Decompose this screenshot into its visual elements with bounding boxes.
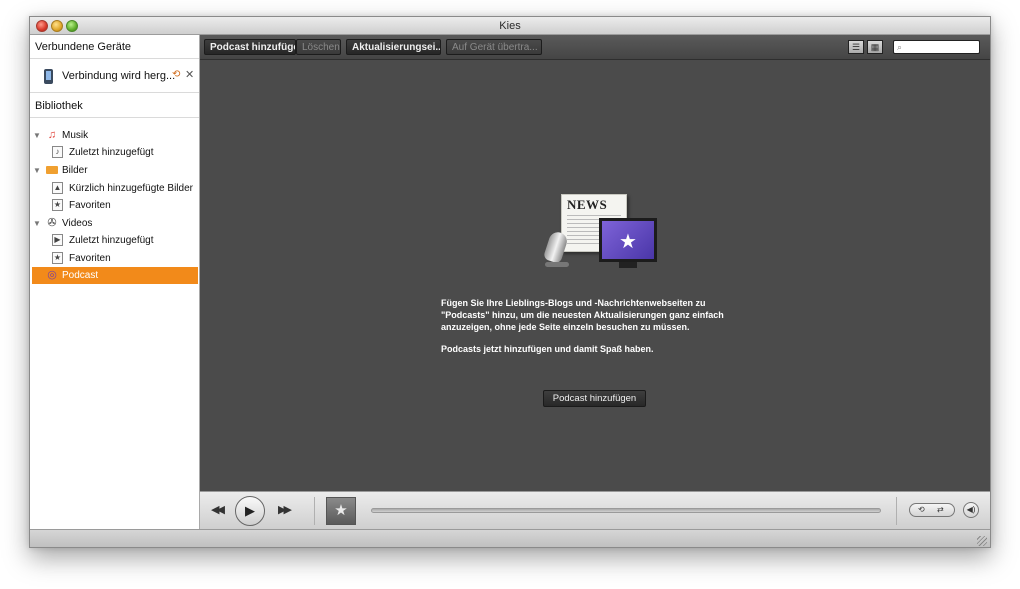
disclosure-triangle-icon[interactable]: ▼ bbox=[33, 162, 41, 179]
status-bar bbox=[30, 529, 990, 547]
tree-item-musik-recent[interactable]: ♪ Zuletzt hinzugefügt bbox=[30, 144, 198, 161]
search-icon: ⌕ bbox=[897, 42, 903, 52]
play-button[interactable]: ▶ bbox=[235, 496, 265, 526]
previous-track-icon[interactable]: ◀◀ bbox=[211, 503, 225, 516]
next-track-icon[interactable]: ▶▶ bbox=[278, 503, 292, 516]
tree-item-bilder[interactable]: ▼ Bilder bbox=[30, 162, 198, 179]
star-doc-icon: ★ bbox=[52, 252, 63, 264]
device-status-label: Verbindung wird herg... bbox=[62, 70, 176, 82]
search-field[interactable]: ⌕ bbox=[893, 40, 980, 54]
microphone-icon bbox=[542, 229, 570, 265]
tv-stand-icon bbox=[619, 262, 637, 268]
music-doc-icon: ♪ bbox=[52, 146, 63, 158]
description-text: Fügen Sie Ihre Lieblings-Blogs und -Nach… bbox=[441, 298, 724, 332]
podcast-artwork-icon: ★ bbox=[326, 497, 356, 525]
photo-folder-icon bbox=[46, 166, 58, 174]
tree-item-label: Favoriten bbox=[69, 253, 111, 264]
transfer-to-device-button[interactable]: Auf Gerät übertra... bbox=[446, 39, 542, 55]
resize-grip-icon[interactable] bbox=[977, 536, 987, 546]
tree-item-label: Kürzlich hinzugefügte Bilder bbox=[69, 183, 193, 194]
close-icon[interactable]: ✕ bbox=[185, 68, 194, 81]
library-header: Bibliothek bbox=[30, 94, 199, 118]
tv-podcast-icon: ★ bbox=[599, 218, 657, 262]
disclosure-triangle-icon[interactable]: ▼ bbox=[33, 215, 41, 232]
podcast-description: Fügen Sie Ihre Lieblings-Blogs und -Nach… bbox=[441, 297, 741, 365]
delete-button[interactable]: Löschen bbox=[296, 39, 341, 55]
shuffle-icon[interactable]: ⇄ bbox=[937, 504, 944, 516]
video-doc-icon: ▶ bbox=[52, 234, 63, 246]
podcast-hero-illustration: NEWS ★ bbox=[537, 190, 667, 290]
microphone-stand-icon bbox=[545, 262, 569, 267]
tree-item-bilder-favoriten[interactable]: ★ Favoriten bbox=[30, 197, 198, 214]
tree-item-label: Videos bbox=[62, 218, 93, 229]
add-podcast-button[interactable]: Podcast hinzufügen bbox=[204, 39, 296, 55]
kies-window: Kies Verbundene Geräte Verbindung wird h… bbox=[29, 16, 991, 548]
film-reel-icon: ✇ bbox=[47, 217, 57, 229]
player-bar: ◀◀ ▶ ▶▶ ★ ⟲ ⇄ ◀) bbox=[200, 491, 990, 529]
add-podcast-center-button[interactable]: Podcast hinzufügen bbox=[543, 390, 646, 407]
update-button[interactable]: Aktualisierungsei... bbox=[346, 39, 441, 55]
podcast-icon: ◎ bbox=[47, 269, 57, 281]
search-input[interactable] bbox=[907, 41, 977, 53]
repeat-icon[interactable]: ⟲ bbox=[918, 504, 925, 516]
sync-icon[interactable]: ⟲ bbox=[172, 69, 180, 80]
photo-doc-icon: ▲ bbox=[52, 182, 63, 194]
tree-item-videos[interactable]: ▼ ✇ Videos bbox=[30, 215, 198, 232]
tree-item-musik[interactable]: ▼ ♫ Musik bbox=[30, 127, 198, 144]
call-to-action-text: Podcasts jetzt hinzufügen und damit Spaß… bbox=[441, 344, 654, 354]
podcast-toolbar: Podcast hinzufügen Löschen Aktualisierun… bbox=[200, 35, 990, 60]
sidebar: Verbundene Geräte Verbindung wird herg..… bbox=[30, 35, 200, 529]
tree-item-bilder-recent[interactable]: ▲ Kürzlich hinzugefügte Bilder bbox=[30, 180, 198, 197]
grid-view-icon[interactable]: ▦ bbox=[867, 40, 883, 54]
divider bbox=[314, 497, 315, 525]
star-doc-icon: ★ bbox=[52, 199, 63, 211]
tree-item-label: Favoriten bbox=[69, 200, 111, 211]
phone-icon bbox=[44, 69, 53, 84]
tree-item-label: Bilder bbox=[62, 165, 88, 176]
divider bbox=[896, 497, 897, 525]
disclosure-triangle-icon[interactable]: ▼ bbox=[33, 127, 41, 144]
podcast-main-area: Podcast hinzufügen Löschen Aktualisierun… bbox=[200, 35, 990, 491]
tree-item-label: Podcast bbox=[62, 270, 99, 281]
title-bar: Kies bbox=[30, 17, 990, 35]
tree-item-podcast[interactable]: ◎ Podcast bbox=[32, 267, 198, 284]
list-view-icon[interactable]: ☰ bbox=[848, 40, 864, 54]
music-note-icon: ♫ bbox=[47, 129, 57, 141]
tree-item-label: Zuletzt hinzugefügt bbox=[69, 235, 154, 246]
tree-item-label: Musik bbox=[62, 130, 89, 141]
tree-item-videos-recent[interactable]: ▶ Zuletzt hinzugefügt bbox=[30, 232, 198, 249]
volume-icon[interactable]: ◀) bbox=[963, 502, 979, 518]
repeat-shuffle-toggle[interactable]: ⟲ ⇄ bbox=[909, 503, 955, 517]
connected-devices-header: Verbundene Geräte bbox=[30, 35, 199, 59]
playback-progress-bar[interactable] bbox=[371, 508, 881, 513]
tree-item-label: Zuletzt hinzugefügt bbox=[69, 147, 154, 158]
window-title: Kies bbox=[499, 20, 521, 32]
tree-item-videos-favoriten[interactable]: ★ Favoriten bbox=[30, 250, 198, 267]
newspaper-title: NEWS bbox=[567, 197, 608, 212]
device-row[interactable]: Verbindung wird herg... ⟲ ✕ bbox=[30, 61, 199, 93]
